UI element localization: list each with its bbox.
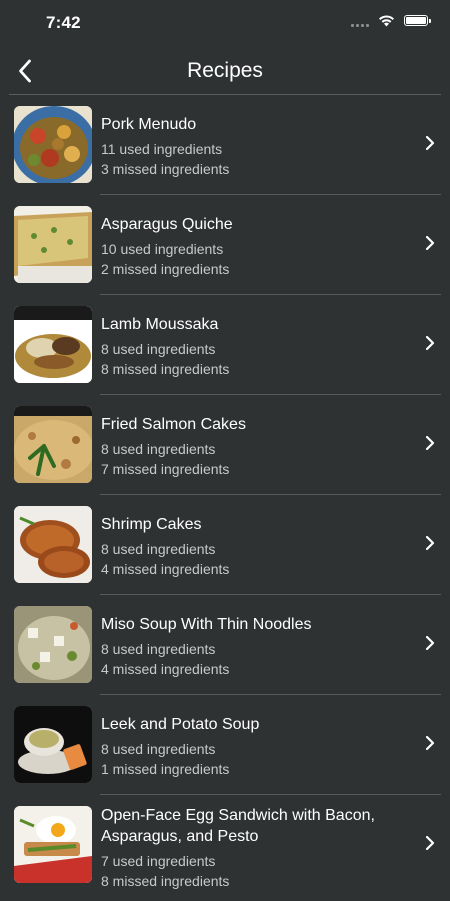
recipe-text: Lamb Moussaka 8 used ingredients 8 misse… xyxy=(101,314,402,379)
status-bar: 7:42 xyxy=(0,0,450,44)
chevron-right-icon xyxy=(420,533,440,553)
recipe-row[interactable]: Fried Salmon Cakes 8 used ingredients 7 … xyxy=(0,395,450,495)
chevron-right-icon xyxy=(420,333,440,353)
status-time: 7:42 xyxy=(46,13,81,32)
signal-icon xyxy=(351,15,369,27)
recipe-used-count: 8 used ingredients xyxy=(101,641,216,657)
recipe-used-count: 10 used ingredients xyxy=(101,241,224,257)
recipe-row[interactable]: Shrimp Cakes 8 used ingredients 4 missed… xyxy=(0,495,450,595)
recipe-used-count: 8 used ingredients xyxy=(101,741,216,757)
recipe-name: Pork Menudo xyxy=(101,116,197,133)
recipe-used-count: 8 used ingredients xyxy=(101,341,216,357)
recipe-text: Shrimp Cakes 8 used ingredients 4 missed… xyxy=(101,514,402,579)
chevron-right-icon xyxy=(420,733,440,753)
recipe-row[interactable]: Asparagus Quiche 10 used ingredients 2 m… xyxy=(0,195,450,295)
recipe-missed-count: 8 missed ingredients xyxy=(101,361,230,377)
recipe-used-count: 7 used ingredients xyxy=(101,853,216,869)
recipe-missed-count: 3 missed ingredients xyxy=(101,161,230,177)
recipe-name: Fried Salmon Cakes xyxy=(101,416,246,433)
recipe-missed-count: 4 missed ingredients xyxy=(101,661,230,677)
recipe-text: Leek and Potato Soup 8 used ingredients … xyxy=(101,714,402,779)
battery-icon xyxy=(404,15,431,26)
recipe-thumbnail xyxy=(14,606,92,683)
recipe-thumbnail xyxy=(14,106,92,183)
recipe-text: Miso Soup With Thin Noodles 8 used ingre… xyxy=(101,614,402,679)
wifi-icon xyxy=(379,15,394,27)
recipe-row[interactable]: Open-Face Egg Sandwich with Bacon, Aspar… xyxy=(0,795,450,901)
recipe-thumbnail xyxy=(14,406,92,483)
recipe-thumbnail xyxy=(14,506,92,583)
recipe-name: Asparagus Quiche xyxy=(101,216,233,233)
page-title: Recipes xyxy=(187,59,263,82)
recipe-name: Open-Face Egg Sandwich with Bacon, Aspar… xyxy=(101,807,375,845)
recipe-used-count: 11 used ingredients xyxy=(101,141,223,157)
recipe-missed-count: 8 missed ingredients xyxy=(101,873,230,889)
recipe-text: Pork Menudo 11 used ingredients 3 missed… xyxy=(101,114,402,179)
chevron-right-icon xyxy=(420,233,440,253)
recipe-text: Asparagus Quiche 10 used ingredients 2 m… xyxy=(101,214,402,279)
recipe-row[interactable]: Miso Soup With Thin Noodles 8 used ingre… xyxy=(0,595,450,695)
recipe-name: Leek and Potato Soup xyxy=(101,716,260,733)
status-icons xyxy=(351,14,431,27)
recipe-thumbnail xyxy=(14,706,92,783)
chevron-right-icon xyxy=(420,433,440,453)
recipe-text: Fried Salmon Cakes 8 used ingredients 7 … xyxy=(101,414,402,479)
recipe-name: Miso Soup With Thin Noodles xyxy=(101,616,312,633)
recipe-thumbnail xyxy=(14,206,92,283)
recipe-used-count: 8 used ingredients xyxy=(101,541,216,557)
recipe-row[interactable]: Pork Menudo 11 used ingredients 3 missed… xyxy=(0,95,450,195)
chevron-right-icon xyxy=(420,133,440,153)
recipe-name: Lamb Moussaka xyxy=(101,316,219,333)
recipe-row[interactable]: Leek and Potato Soup 8 used ingredients … xyxy=(0,695,450,795)
recipe-missed-count: 7 missed ingredients xyxy=(101,461,230,477)
recipe-text: Open-Face Egg Sandwich with Bacon, Aspar… xyxy=(101,805,402,891)
recipe-name: Shrimp Cakes xyxy=(101,516,202,533)
recipe-used-count: 8 used ingredients xyxy=(101,441,216,457)
recipe-missed-count: 2 missed ingredients xyxy=(101,261,230,277)
chevron-right-icon xyxy=(420,833,440,853)
recipe-list: Pork Menudo 11 used ingredients 3 missed… xyxy=(0,95,450,901)
recipe-row[interactable]: Lamb Moussaka 8 used ingredients 8 misse… xyxy=(0,295,450,395)
recipe-thumbnail xyxy=(14,306,92,383)
recipe-missed-count: 4 missed ingredients xyxy=(101,561,230,577)
chevron-right-icon xyxy=(420,633,440,653)
recipe-missed-count: 1 missed ingredients xyxy=(101,761,230,777)
recipe-thumbnail xyxy=(14,806,92,883)
nav-bar: Recipes xyxy=(0,48,450,94)
